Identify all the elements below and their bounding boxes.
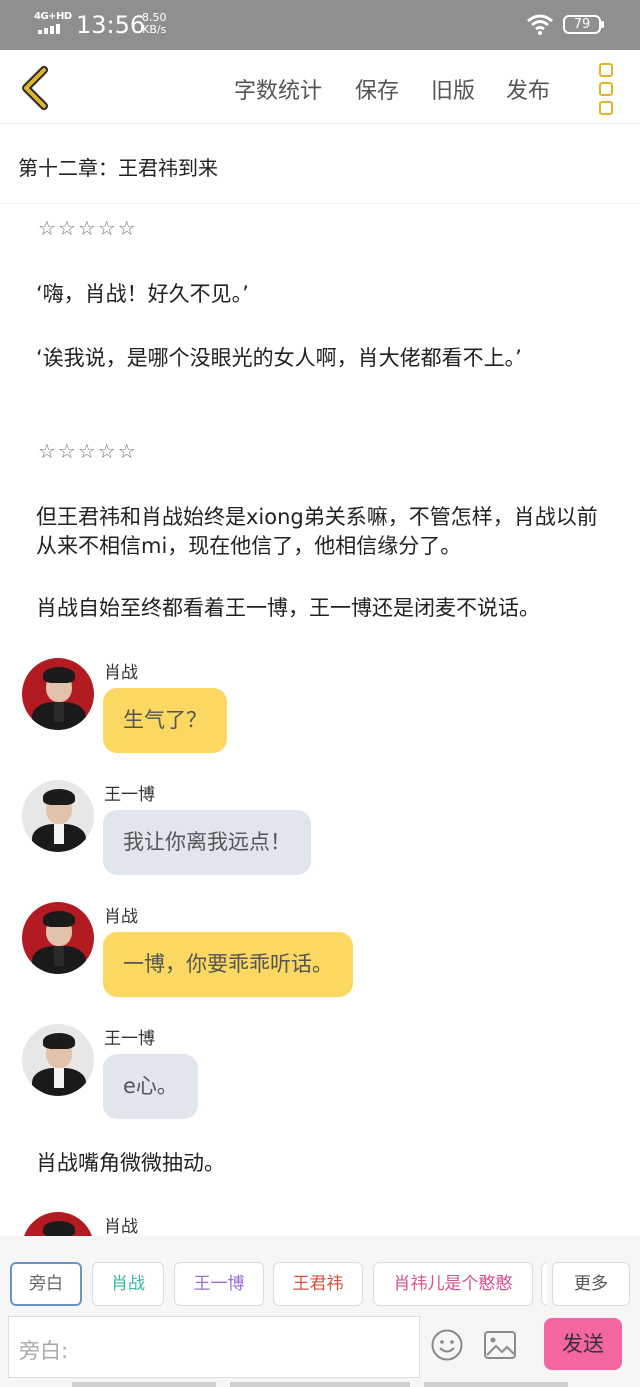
message-bubble[interactable]: 一博，你要乖乖听话。 (103, 932, 353, 997)
narration-line: ‘嗨，肖战！好久不见。’ (36, 282, 249, 306)
message-bubble[interactable]: e心。 (103, 1054, 198, 1119)
status-bar: 4G+HD 13:56 8.50 KB/s 79 (0, 0, 640, 50)
chevron-left-icon[interactable] (18, 65, 52, 111)
kebab-menu-icon[interactable] (596, 63, 616, 115)
star-divider: ☆☆☆☆☆ (38, 216, 138, 240)
old-version-button[interactable]: 旧版 (431, 73, 475, 105)
word-count-button[interactable]: 字数统计 (234, 73, 322, 105)
network-speed: 8.50 KB/s (142, 12, 167, 36)
network-type: 4G+HD (34, 11, 72, 22)
speaker-name: 肖战 (104, 1217, 138, 1237)
message-bubble[interactable]: 生气了？ (103, 688, 227, 753)
role-chip-narration[interactable]: 旁白 (10, 1262, 82, 1306)
role-chip-xiaozhan[interactable]: 肖战 (92, 1262, 164, 1306)
narration-paragraph: 肖战自始至终都看着王一博，王一博还是闭麦不说话。 (36, 596, 540, 620)
nav-indicator (72, 1382, 216, 1387)
avatar[interactable] (22, 658, 94, 730)
role-chip-xiaoyier[interactable]: 肖祎儿是个憨憨 (373, 1262, 533, 1306)
image-icon[interactable] (483, 1330, 517, 1360)
reply-input[interactable]: 旁白: (8, 1316, 420, 1378)
composer-panel: 旁白 肖战 王一博 王君祎 肖祎儿是个憨憨 更多 旁白: 发送 (0, 1236, 640, 1387)
role-chip-wangyibo[interactable]: 王一博 (174, 1262, 264, 1306)
wifi-icon (527, 14, 553, 35)
signal-icon (38, 24, 62, 34)
narration-paragraph: 肖战嘴角微微抽动。 (36, 1151, 225, 1175)
narration-line: ‘诶我说，是哪个没眼光的女人啊，肖大佬都看不上。’ (36, 346, 522, 370)
speaker-name: 肖战 (104, 663, 138, 683)
message-bubble[interactable]: 我让你离我远点！ (103, 810, 311, 875)
editor-toolbar: 字数统计 保存 旧版 发布 (0, 50, 640, 124)
role-chip-wangjunyi[interactable]: 王君祎 (273, 1262, 363, 1306)
save-button[interactable]: 保存 (355, 73, 399, 105)
smiley-icon[interactable] (430, 1328, 464, 1362)
nav-indicator (424, 1382, 568, 1387)
avatar[interactable] (22, 1024, 94, 1096)
narration-paragraph: 但王君祎和肖战始终是xiong弟关系嘛，不管怎样，肖战以前从来不相信mi，现在他… (36, 505, 598, 558)
avatar[interactable] (22, 780, 94, 852)
publish-button[interactable]: 发布 (506, 73, 550, 105)
speaker-name: 王一博 (104, 1029, 155, 1049)
role-chip-overflow[interactable] (541, 1262, 547, 1306)
speaker-name: 王一博 (104, 785, 155, 805)
star-divider: ☆☆☆☆☆ (38, 439, 138, 463)
network-speed-unit: KB/s (142, 23, 167, 36)
send-button[interactable]: 发送 (544, 1318, 622, 1370)
nav-indicator (230, 1382, 410, 1387)
battery-indicator: 79 (563, 15, 604, 34)
avatar[interactable] (22, 902, 94, 974)
chapter-title[interactable]: 第十二章：王君祎到来 (0, 124, 640, 204)
clock: 13:56 (76, 11, 146, 39)
speaker-name: 肖战 (104, 907, 138, 927)
more-roles-button[interactable]: 更多 (552, 1262, 630, 1306)
